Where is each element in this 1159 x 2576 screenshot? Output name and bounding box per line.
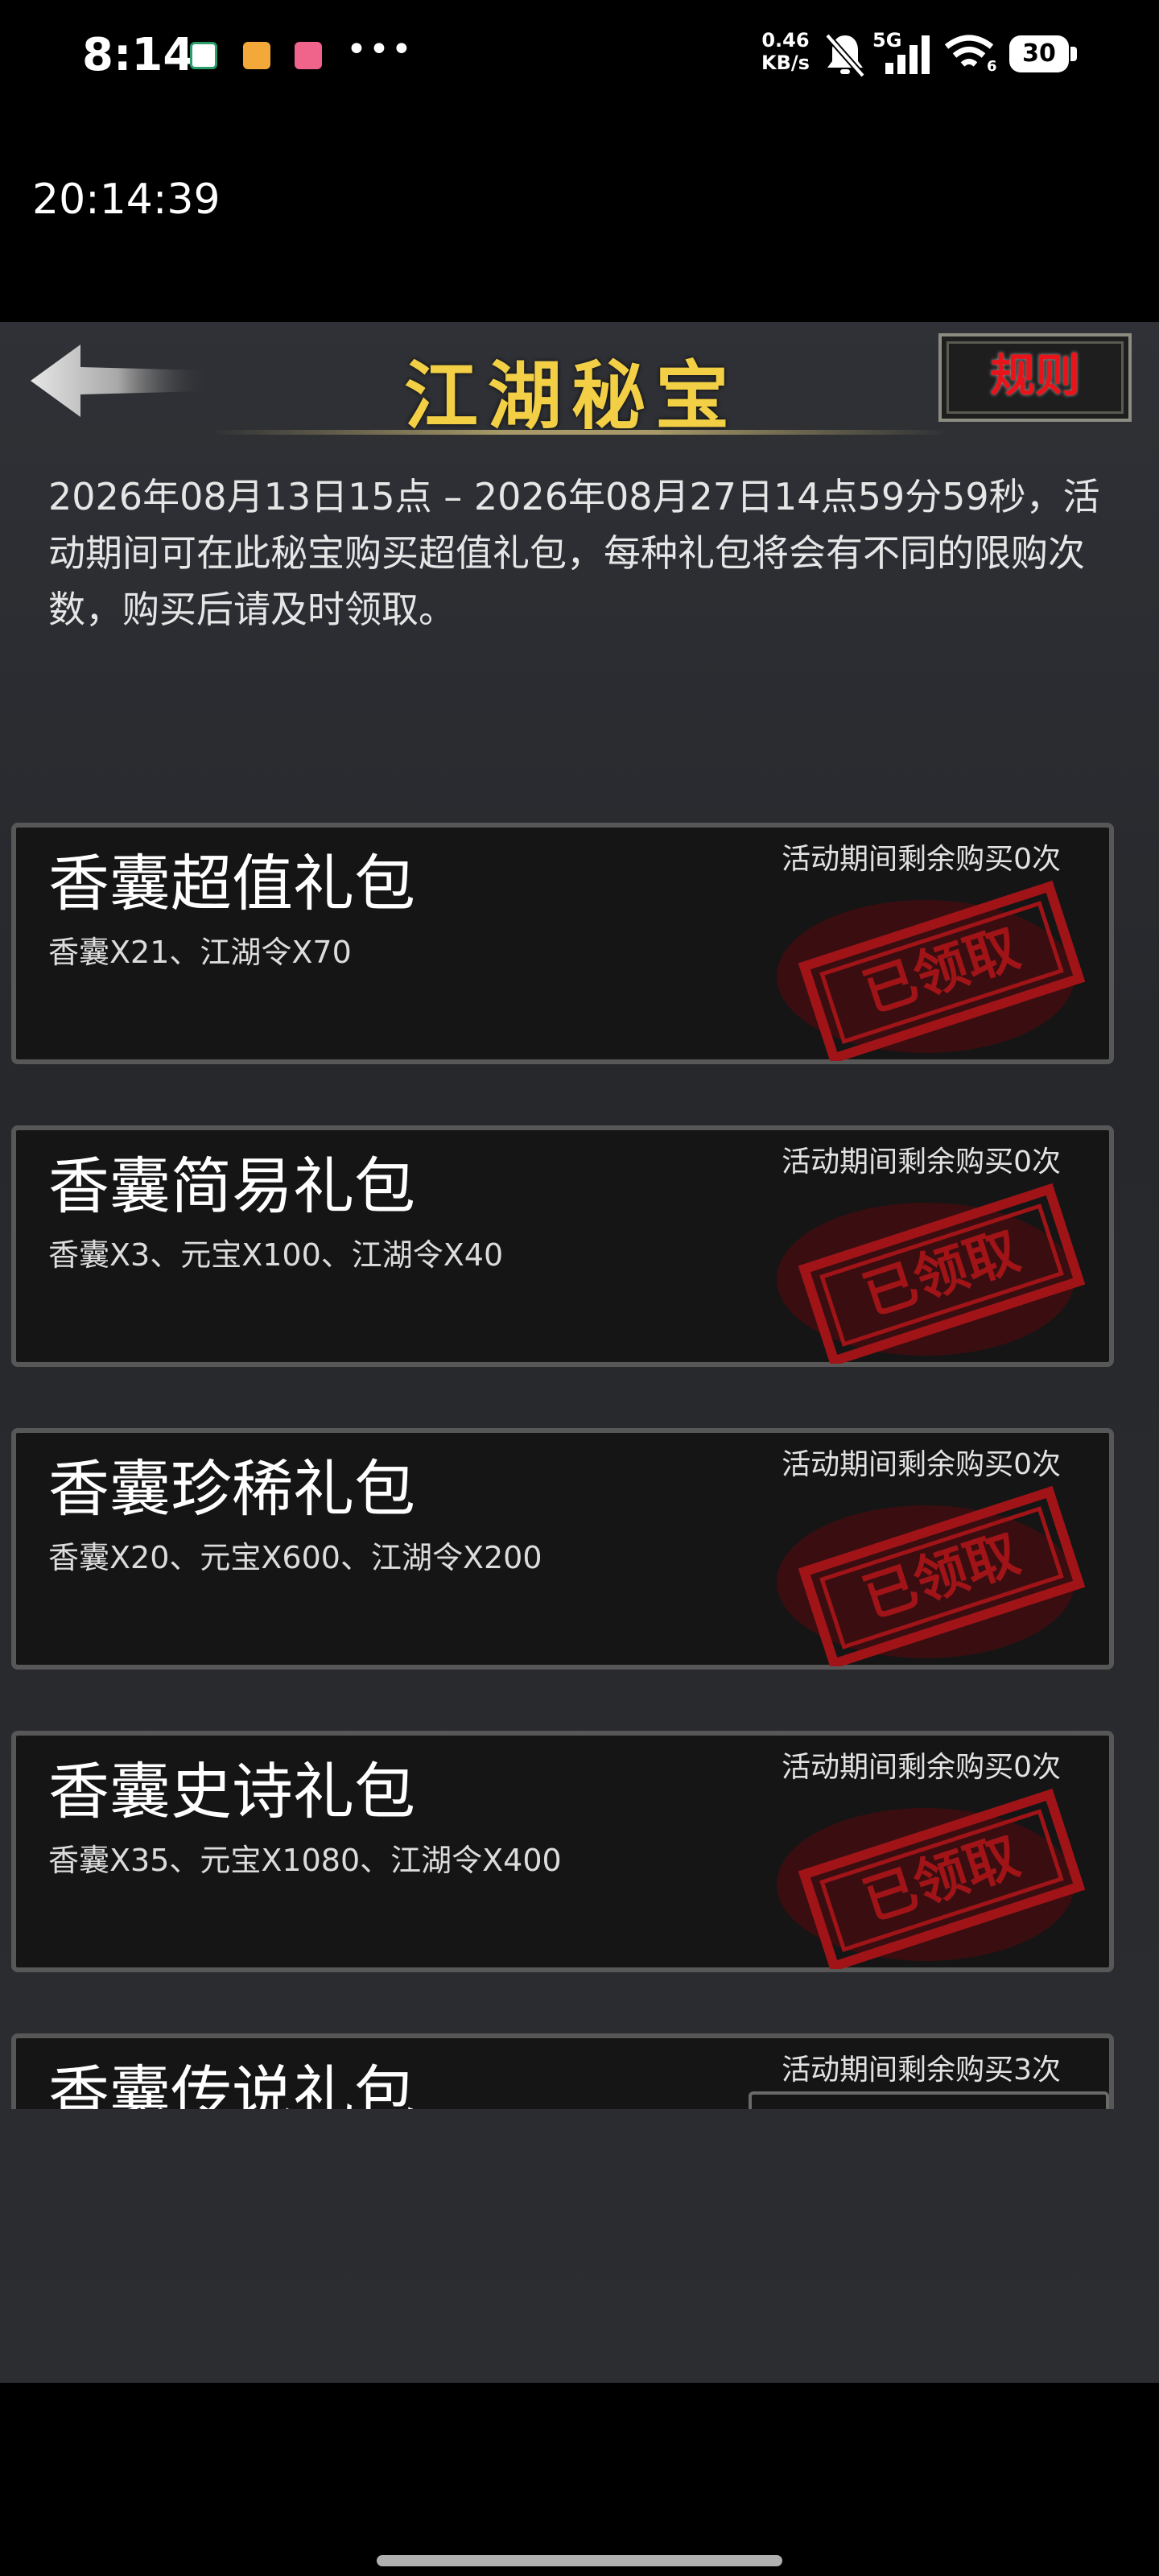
claimed-stamp: 已领取 bbox=[777, 1485, 1086, 1666]
home-indicator[interactable] bbox=[377, 2555, 782, 2566]
package-remaining: 活动期间剩余购买0次 bbox=[782, 1751, 1061, 1784]
package-card: 香囊简易礼包 香囊X3、元宝X100、江湖令X40 活动期间剩余购买0次 已领取 bbox=[11, 1125, 1114, 1367]
package-card: 香囊超值礼包 香囊X21、江湖令X70 活动期间剩余购买0次 已领取 bbox=[11, 823, 1114, 1064]
claimed-stamp: 已领取 bbox=[777, 880, 1086, 1061]
cell-signal-icon bbox=[885, 35, 930, 74]
bell-muted-icon bbox=[824, 33, 866, 78]
more-notifications-icon: ••• bbox=[346, 29, 414, 70]
package-remaining: 活动期间剩余购买3次 bbox=[782, 2054, 1061, 2087]
app-notification-icon-green bbox=[190, 42, 217, 69]
rules-button[interactable]: 规则 bbox=[938, 333, 1132, 422]
status-bar: 8:14 ••• 0.46 KB/s 5G 6 30 bbox=[0, 0, 1159, 113]
package-contents: 香囊X3、元宝X100、江湖令X40 bbox=[48, 1237, 504, 1273]
package-remaining: 活动期间剩余购买0次 bbox=[782, 843, 1061, 876]
title-underline bbox=[209, 430, 950, 435]
package-contents: 香囊X35、元宝X1080、江湖令X400 bbox=[48, 1843, 562, 1878]
event-description: 2026年08月13日15点 – 2026年08月27日14点59分59秒，活动… bbox=[48, 475, 1100, 631]
package-name: 香囊超值礼包 bbox=[48, 848, 415, 919]
net-speed: 0.46 KB/s bbox=[761, 29, 810, 74]
package-name: 香囊史诗礼包 bbox=[48, 1756, 415, 1827]
claimed-stamp: 已领取 bbox=[777, 1788, 1086, 1969]
battery-icon: 30 bbox=[1009, 35, 1077, 72]
app-notification-icon-pink bbox=[295, 42, 322, 69]
package-contents: 香囊X21、江湖令X70 bbox=[48, 935, 352, 970]
package-card: 香囊史诗礼包 香囊X35、元宝X1080、江湖令X400 活动期间剩余购买0次 … bbox=[11, 1731, 1114, 1972]
net-speed-unit: KB/s bbox=[761, 52, 810, 74]
package-card: 香囊传说礼包 活动期间剩余购买3次 bbox=[11, 2033, 1114, 2109]
game-area: 江湖秘宝 规则 2026年08月13日15点 – 2026年08月27日14点5… bbox=[0, 322, 1159, 2383]
wifi-level-label: 6 bbox=[987, 58, 997, 75]
package-remaining: 活动期间剩余购买0次 bbox=[782, 1146, 1061, 1179]
package-name: 香囊珍稀礼包 bbox=[48, 1453, 415, 1525]
claimed-stamp: 已领取 bbox=[777, 1183, 1086, 1364]
package-contents: 香囊X20、元宝X600、江湖令X200 bbox=[48, 1540, 542, 1575]
app-notification-icon-orange bbox=[243, 42, 270, 69]
buy-button[interactable] bbox=[749, 2091, 1109, 2109]
package-card: 香囊珍稀礼包 香囊X20、元宝X600、江湖令X200 活动期间剩余购买0次 已… bbox=[11, 1428, 1114, 1670]
net-speed-value: 0.46 bbox=[761, 29, 810, 52]
package-remaining: 活动期间剩余购买0次 bbox=[782, 1448, 1061, 1481]
package-name: 香囊传说礼包 bbox=[48, 2058, 415, 2109]
package-name: 香囊简易礼包 bbox=[48, 1150, 415, 1222]
rules-label: 规则 bbox=[990, 350, 1080, 402]
package-list: 香囊超值礼包 香囊X21、江湖令X70 活动期间剩余购买0次 已领取 香囊简易礼… bbox=[0, 821, 1159, 2109]
clock-overlay: 20:14:39 bbox=[32, 175, 221, 224]
status-time: 8:14 bbox=[82, 29, 195, 81]
